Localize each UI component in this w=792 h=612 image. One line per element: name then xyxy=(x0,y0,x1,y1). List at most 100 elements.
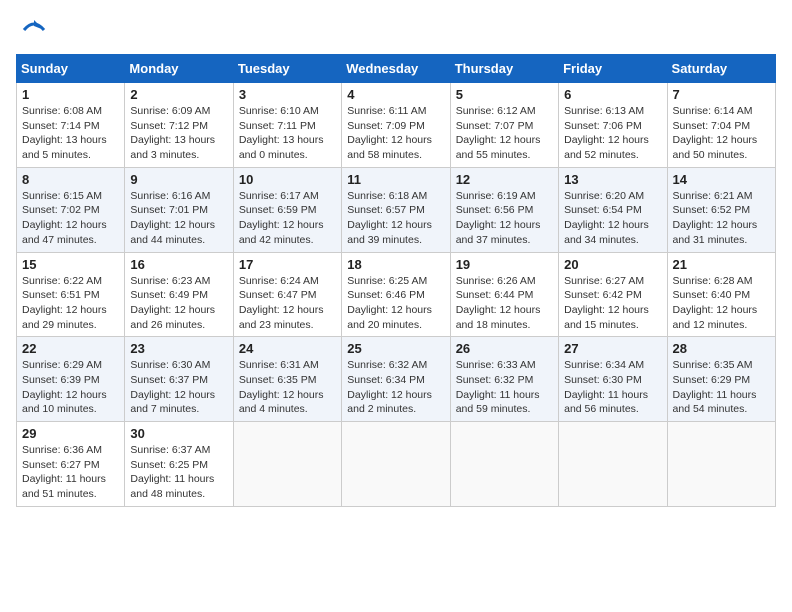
calendar-week-4: 22 Sunrise: 6:29 AMSunset: 6:39 PMDayligh… xyxy=(17,337,776,422)
calendar-cell: 19 Sunrise: 6:26 AMSunset: 6:44 PMDayligh… xyxy=(450,252,558,337)
calendar-cell: 10Sunrise: 6:17 AMSunset: 6:59 PMDayligh… xyxy=(233,167,341,252)
day-info: Sunrise: 6:35 AMSunset: 6:29 PMDaylight:… xyxy=(673,358,770,417)
day-number: 29 xyxy=(22,426,119,441)
calendar-cell: 22 Sunrise: 6:29 AMSunset: 6:39 PMDayligh… xyxy=(17,337,125,422)
calendar: SundayMondayTuesdayWednesdayThursdayFrid… xyxy=(16,54,776,507)
day-number: 11 xyxy=(347,172,444,187)
calendar-cell: 20Sunrise: 6:27 AMSunset: 6:42 PMDayligh… xyxy=(559,252,667,337)
calendar-cell xyxy=(667,422,775,507)
calendar-cell: 27 Sunrise: 6:34 AMSunset: 6:30 PMDayligh… xyxy=(559,337,667,422)
col-header-wednesday: Wednesday xyxy=(342,55,450,83)
calendar-cell: 26 Sunrise: 6:33 AMSunset: 6:32 PMDayligh… xyxy=(450,337,558,422)
calendar-cell: 5 Sunrise: 6:12 AMSunset: 7:07 PMDaylight… xyxy=(450,83,558,168)
day-info: Sunrise: 6:17 AMSunset: 6:59 PMDaylight:… xyxy=(239,189,336,248)
calendar-header: SundayMondayTuesdayWednesdayThursdayFrid… xyxy=(17,55,776,83)
calendar-cell: 18Sunrise: 6:25 AMSunset: 6:46 PMDayligh… xyxy=(342,252,450,337)
calendar-cell: 13 Sunrise: 6:20 AMSunset: 6:54 PMDayligh… xyxy=(559,167,667,252)
col-header-friday: Friday xyxy=(559,55,667,83)
col-header-sunday: Sunday xyxy=(17,55,125,83)
calendar-cell: 3 Sunrise: 6:10 AMSunset: 7:11 PMDaylight… xyxy=(233,83,341,168)
calendar-cell: 30Sunrise: 6:37 AMSunset: 6:25 PMDayligh… xyxy=(125,422,233,507)
day-number: 23 xyxy=(130,341,227,356)
day-number: 9 xyxy=(130,172,227,187)
day-number: 30 xyxy=(130,426,227,441)
day-number: 8 xyxy=(22,172,119,187)
calendar-cell: 4 Sunrise: 6:11 AMSunset: 7:09 PMDaylight… xyxy=(342,83,450,168)
calendar-week-5: 29 Sunrise: 6:36 AMSunset: 6:27 PMDayligh… xyxy=(17,422,776,507)
day-info: Sunrise: 6:32 AMSunset: 6:34 PMDaylight:… xyxy=(347,358,444,417)
day-info: Sunrise: 6:36 AMSunset: 6:27 PMDaylight:… xyxy=(22,443,119,502)
day-number: 27 xyxy=(564,341,661,356)
day-info: Sunrise: 6:31 AMSunset: 6:35 PMDaylight:… xyxy=(239,358,336,417)
day-info: Sunrise: 6:16 AMSunset: 7:01 PMDaylight:… xyxy=(130,189,227,248)
calendar-cell: 14 Sunrise: 6:21 AMSunset: 6:52 PMDayligh… xyxy=(667,167,775,252)
calendar-cell: 9 Sunrise: 6:16 AMSunset: 7:01 PMDaylight… xyxy=(125,167,233,252)
day-info: Sunrise: 6:25 AMSunset: 6:46 PMDaylight:… xyxy=(347,274,444,333)
day-info: Sunrise: 6:14 AMSunset: 7:04 PMDaylight:… xyxy=(673,104,770,163)
day-info: Sunrise: 6:11 AMSunset: 7:09 PMDaylight:… xyxy=(347,104,444,163)
day-info: Sunrise: 6:08 AMSunset: 7:14 PMDaylight:… xyxy=(22,104,119,163)
calendar-cell: 21Sunrise: 6:28 AMSunset: 6:40 PMDayligh… xyxy=(667,252,775,337)
day-number: 22 xyxy=(22,341,119,356)
calendar-cell xyxy=(559,422,667,507)
calendar-cell xyxy=(233,422,341,507)
day-number: 24 xyxy=(239,341,336,356)
day-number: 4 xyxy=(347,87,444,102)
day-info: Sunrise: 6:24 AMSunset: 6:47 PMDaylight:… xyxy=(239,274,336,333)
day-number: 16 xyxy=(130,257,227,272)
day-info: Sunrise: 6:27 AMSunset: 6:42 PMDaylight:… xyxy=(564,274,661,333)
day-number: 26 xyxy=(456,341,553,356)
calendar-cell xyxy=(342,422,450,507)
col-header-monday: Monday xyxy=(125,55,233,83)
day-info: Sunrise: 6:21 AMSunset: 6:52 PMDaylight:… xyxy=(673,189,770,248)
day-number: 5 xyxy=(456,87,553,102)
day-info: Sunrise: 6:13 AMSunset: 7:06 PMDaylight:… xyxy=(564,104,661,163)
day-info: Sunrise: 6:10 AMSunset: 7:11 PMDaylight:… xyxy=(239,104,336,163)
header xyxy=(16,16,776,44)
day-number: 17 xyxy=(239,257,336,272)
day-number: 25 xyxy=(347,341,444,356)
col-header-tuesday: Tuesday xyxy=(233,55,341,83)
day-number: 12 xyxy=(456,172,553,187)
calendar-cell: 8 Sunrise: 6:15 AMSunset: 7:02 PMDaylight… xyxy=(17,167,125,252)
logo-icon xyxy=(20,16,48,44)
calendar-cell: 2 Sunrise: 6:09 AMSunset: 7:12 PMDaylight… xyxy=(125,83,233,168)
day-info: Sunrise: 6:09 AMSunset: 7:12 PMDaylight:… xyxy=(130,104,227,163)
day-info: Sunrise: 6:19 AMSunset: 6:56 PMDaylight:… xyxy=(456,189,553,248)
day-info: Sunrise: 6:23 AMSunset: 6:49 PMDaylight:… xyxy=(130,274,227,333)
day-info: Sunrise: 6:34 AMSunset: 6:30 PMDaylight:… xyxy=(564,358,661,417)
day-number: 3 xyxy=(239,87,336,102)
day-info: Sunrise: 6:15 AMSunset: 7:02 PMDaylight:… xyxy=(22,189,119,248)
day-number: 7 xyxy=(673,87,770,102)
day-info: Sunrise: 6:22 AMSunset: 6:51 PMDaylight:… xyxy=(22,274,119,333)
calendar-week-2: 8 Sunrise: 6:15 AMSunset: 7:02 PMDaylight… xyxy=(17,167,776,252)
day-number: 13 xyxy=(564,172,661,187)
day-number: 2 xyxy=(130,87,227,102)
day-number: 1 xyxy=(22,87,119,102)
logo xyxy=(16,16,48,44)
calendar-cell: 16 Sunrise: 6:23 AMSunset: 6:49 PMDayligh… xyxy=(125,252,233,337)
calendar-cell: 1 Sunrise: 6:08 AMSunset: 7:14 PMDaylight… xyxy=(17,83,125,168)
day-number: 6 xyxy=(564,87,661,102)
calendar-cell: 28Sunrise: 6:35 AMSunset: 6:29 PMDayligh… xyxy=(667,337,775,422)
calendar-cell: 12 Sunrise: 6:19 AMSunset: 6:56 PMDayligh… xyxy=(450,167,558,252)
col-header-thursday: Thursday xyxy=(450,55,558,83)
day-number: 19 xyxy=(456,257,553,272)
day-info: Sunrise: 6:20 AMSunset: 6:54 PMDaylight:… xyxy=(564,189,661,248)
day-info: Sunrise: 6:12 AMSunset: 7:07 PMDaylight:… xyxy=(456,104,553,163)
day-info: Sunrise: 6:33 AMSunset: 6:32 PMDaylight:… xyxy=(456,358,553,417)
calendar-cell: 7 Sunrise: 6:14 AMSunset: 7:04 PMDaylight… xyxy=(667,83,775,168)
day-number: 14 xyxy=(673,172,770,187)
calendar-cell: 29 Sunrise: 6:36 AMSunset: 6:27 PMDayligh… xyxy=(17,422,125,507)
day-info: Sunrise: 6:26 AMSunset: 6:44 PMDaylight:… xyxy=(456,274,553,333)
col-header-saturday: Saturday xyxy=(667,55,775,83)
day-info: Sunrise: 6:30 AMSunset: 6:37 PMDaylight:… xyxy=(130,358,227,417)
calendar-cell: 17 Sunrise: 6:24 AMSunset: 6:47 PMDayligh… xyxy=(233,252,341,337)
calendar-cell: 11Sunrise: 6:18 AMSunset: 6:57 PMDayligh… xyxy=(342,167,450,252)
day-info: Sunrise: 6:29 AMSunset: 6:39 PMDaylight:… xyxy=(22,358,119,417)
calendar-cell: 24 Sunrise: 6:31 AMSunset: 6:35 PMDayligh… xyxy=(233,337,341,422)
day-info: Sunrise: 6:28 AMSunset: 6:40 PMDaylight:… xyxy=(673,274,770,333)
calendar-cell: 23 Sunrise: 6:30 AMSunset: 6:37 PMDayligh… xyxy=(125,337,233,422)
calendar-cell: 6 Sunrise: 6:13 AMSunset: 7:06 PMDaylight… xyxy=(559,83,667,168)
day-number: 15 xyxy=(22,257,119,272)
